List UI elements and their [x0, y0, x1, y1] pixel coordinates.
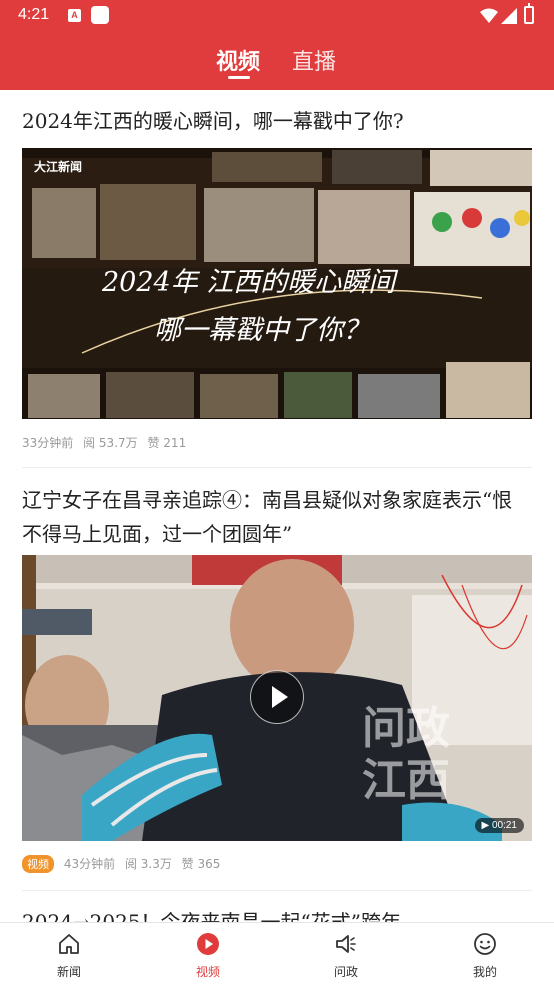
nav-item-wenzheng[interactable]: 问政 — [300, 923, 392, 984]
video-thumbnail[interactable]: 大江新闻 2024年 江西的暖心瞬间 哪一幕戳中了你？ — [22, 148, 532, 419]
tab-video[interactable]: 视频 — [216, 44, 260, 76]
video-duration: ▶ 00:21 — [474, 818, 524, 833]
item-views: 阅 3.3万 — [124, 857, 172, 871]
item-title[interactable]: 辽宁女子在昌寻亲追踪④：南昌县疑似对象家庭表示“恨不得马上见面，过一个团圆年” — [22, 483, 532, 551]
play-circle-icon — [197, 933, 219, 955]
item-time: 33分钟前 — [22, 436, 74, 450]
item-meta: 视频 43分钟前 阅 3.3万 赞 365 — [22, 855, 226, 873]
video-thumbnail[interactable]: 问政江西 ▶ 00:21 — [22, 555, 532, 841]
bottom-nav: 新闻 视频 问政 我的 — [0, 922, 554, 984]
item-title[interactable]: 2024→2025！今夜来南昌一起“花式”跨年 — [22, 905, 532, 922]
active-tab-indicator — [228, 76, 250, 79]
video-badge: 视频 — [22, 855, 54, 873]
signal-icon — [501, 8, 517, 24]
play-button[interactable] — [250, 670, 304, 724]
wifi-icon — [480, 8, 498, 23]
nav-item-video[interactable]: 视频 — [162, 923, 254, 984]
nav-label: 问政 — [333, 965, 358, 979]
item-time: 43分钟前 — [63, 857, 116, 871]
top-tab-bar: 视频 直播 — [0, 32, 554, 90]
divider — [22, 890, 532, 891]
thumbnail-logo: 大江新闻 — [34, 160, 83, 174]
home-icon — [59, 934, 79, 954]
nav-label: 我的 — [472, 965, 497, 979]
video-feed[interactable]: 2024年江西的暖心瞬间，哪一幕戳中了你? 大江新闻 2024年 江西的暖心瞬间… — [0, 90, 554, 922]
nav-label: 视频 — [195, 965, 220, 979]
duration-play-icon: ▶ — [481, 820, 492, 831]
video-watermark: 问政江西 — [362, 703, 450, 806]
thumbnail-caption-line2: 哪一幕戳中了你？ — [154, 315, 370, 346]
item-views: 阅 53.7万 — [83, 436, 138, 450]
nav-item-mine[interactable]: 我的 — [439, 923, 531, 984]
item-likes: 赞 211 — [147, 436, 187, 450]
notification-app-icon — [91, 6, 109, 24]
megaphone-icon — [336, 935, 356, 953]
notification-a-icon: A — [68, 9, 81, 22]
battery-icon — [524, 3, 534, 24]
duration-text: 00:21 — [491, 820, 517, 831]
nav-item-news[interactable]: 新闻 — [23, 923, 115, 984]
item-title[interactable]: 2024年江西的暖心瞬间，哪一幕戳中了你? — [22, 104, 532, 138]
divider — [22, 467, 532, 468]
item-likes: 赞 365 — [181, 857, 221, 871]
status-bar: 4:21 A — [0, 0, 554, 32]
nav-label: 新闻 — [56, 965, 81, 979]
item-meta: 33分钟前 阅 53.7万 赞 211 — [22, 434, 192, 451]
thumbnail-caption-line1: 2024年 江西的暖心瞬间 — [102, 267, 396, 298]
smiley-icon — [474, 933, 496, 955]
tab-live[interactable]: 直播 — [292, 44, 336, 76]
status-time: 4:21 — [18, 6, 50, 23]
